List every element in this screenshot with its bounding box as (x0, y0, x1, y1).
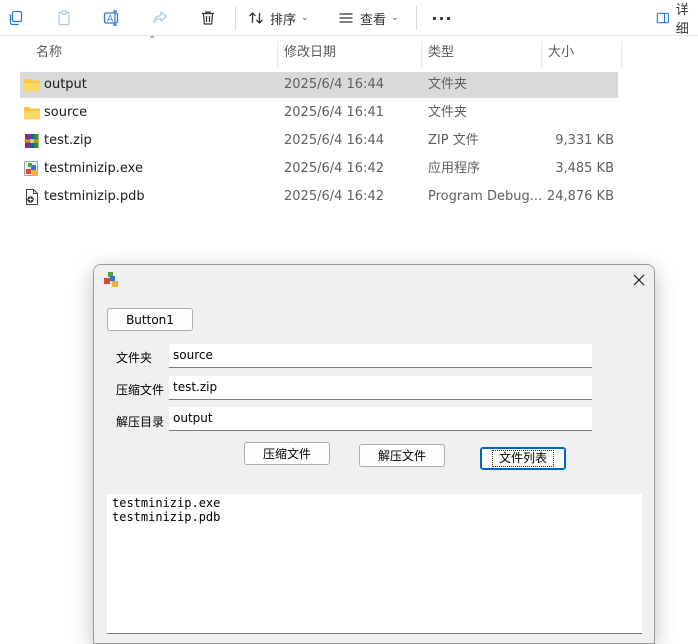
winrar-archive-icon (24, 134, 39, 148)
file-size: 3,485 KB (555, 161, 614, 176)
column-divider[interactable] (277, 41, 278, 67)
column-modified[interactable]: 修改日期 (284, 37, 336, 69)
details-pane-button[interactable]: 详细 (656, 3, 698, 37)
file-modified: 2025/6/4 16:44 (284, 77, 384, 92)
file-type: 应用程序 (428, 161, 481, 176)
file-name: source (44, 105, 88, 120)
minizip-dialog: Button1 文件夹 source 压缩文件 test.zip 解压目录 ou… (93, 264, 655, 644)
file-type: Program Debug... (428, 189, 543, 204)
output-listbox[interactable]: testminizip.exe testminizip.pdb (107, 494, 642, 634)
file-name: testminizip.exe (44, 161, 143, 176)
extract-dir-field[interactable]: output (169, 407, 592, 431)
paste-icon[interactable] (52, 4, 76, 32)
list-item[interactable]: testminizip.exe (112, 496, 637, 510)
folder-icon (24, 107, 40, 120)
file-list-button[interactable]: 文件列表 (480, 447, 566, 470)
file-name: output (44, 77, 87, 92)
rename-icon[interactable]: A (100, 4, 124, 32)
file-row-output[interactable]: output 2025/6/4 16:44 文件夹 (20, 72, 618, 98)
file-row-testminizip-pdb[interactable]: testminizip.pdb 2025/6/4 16:42 Program D… (20, 184, 618, 210)
chevron-down-icon: ⌄ (301, 13, 309, 23)
decompress-button[interactable]: 解压文件 (359, 444, 445, 467)
column-header: 名称 ⌃ 修改日期 类型 大小 (0, 35, 698, 69)
file-list-button-label: 文件列表 (491, 450, 554, 467)
file-type: 文件夹 (428, 77, 468, 92)
pdb-file-icon (26, 189, 38, 205)
explorer-toolbar: A 排序 ⌄ 查看 ⌄ ··· 详细 (0, 0, 698, 37)
column-divider[interactable] (541, 41, 542, 67)
file-type: 文件夹 (428, 105, 468, 120)
details-label: 详细 (675, 3, 689, 37)
button1[interactable]: Button1 (107, 308, 193, 331)
share-icon[interactable] (148, 4, 172, 32)
folder-label: 文件夹 (116, 351, 153, 365)
archive-field[interactable]: test.zip (169, 376, 592, 400)
column-size[interactable]: 大小 (548, 37, 574, 69)
details-pane-icon (656, 12, 669, 24)
folder-icon (24, 79, 40, 92)
column-divider[interactable] (421, 41, 422, 67)
app-icon (104, 272, 118, 287)
more-options-icon[interactable]: ··· (430, 4, 454, 32)
file-type: ZIP 文件 (428, 133, 479, 148)
file-name: test.zip (44, 133, 92, 148)
copy-path-icon[interactable] (4, 4, 28, 32)
sort-ascending-icon: ⌃ (148, 35, 157, 46)
view-list-icon (339, 13, 353, 23)
sort-button[interactable]: 排序 ⌄ (248, 4, 309, 32)
compress-button[interactable]: 压缩文件 (244, 442, 330, 465)
column-type[interactable]: 类型 (428, 37, 454, 69)
extract-dir-label: 解压目录 (116, 415, 165, 429)
view-label: 查看 (360, 12, 387, 28)
dialog-title-bar[interactable] (94, 265, 654, 295)
button1-label: Button1 (126, 312, 174, 327)
column-divider[interactable] (621, 41, 622, 67)
sort-icon (249, 12, 263, 24)
chevron-down-icon: ⌄ (391, 13, 399, 23)
archive-label: 压缩文件 (116, 383, 165, 397)
compress-button-label: 压缩文件 (262, 447, 311, 461)
list-item[interactable]: testminizip.pdb (112, 510, 637, 524)
toolbar-separator (235, 6, 236, 30)
file-modified: 2025/6/4 16:44 (284, 133, 384, 148)
column-name[interactable]: 名称 (36, 37, 62, 69)
decompress-button-label: 解压文件 (377, 449, 426, 463)
close-icon[interactable] (624, 265, 654, 295)
exe-app-icon (24, 161, 38, 176)
view-button[interactable]: 查看 ⌄ (338, 4, 399, 32)
file-modified: 2025/6/4 16:42 (284, 189, 384, 204)
svg-text:A: A (107, 15, 114, 25)
file-row-testminizip-exe[interactable]: testminizip.exe 2025/6/4 16:42 应用程序 3,48… (20, 156, 618, 182)
toolbar-separator (416, 6, 417, 30)
file-name: testminizip.pdb (44, 189, 145, 204)
file-size: 24,876 KB (546, 189, 614, 204)
file-row-source[interactable]: source 2025/6/4 16:41 文件夹 (20, 100, 618, 126)
sort-label: 排序 (270, 12, 297, 28)
file-modified: 2025/6/4 16:42 (284, 161, 384, 176)
folder-field[interactable]: source (169, 344, 592, 368)
delete-icon[interactable] (196, 4, 220, 32)
file-size: 9,331 KB (555, 133, 614, 148)
file-row-test-zip[interactable]: test.zip 2025/6/4 16:44 ZIP 文件 9,331 KB (20, 128, 618, 154)
file-modified: 2025/6/4 16:41 (284, 105, 384, 120)
